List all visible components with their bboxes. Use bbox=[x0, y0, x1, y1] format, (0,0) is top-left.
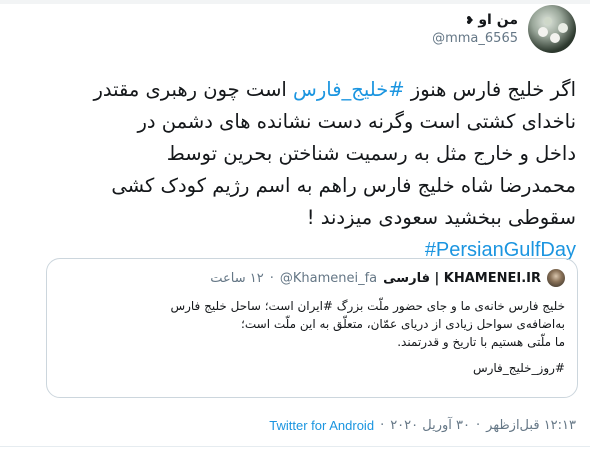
quoted-tweet[interactable]: KHAMENEI.IR | فارسی @Khamenei_fa · ۱۲ سا… bbox=[46, 258, 578, 398]
tweet-line-1-start: اگر خلیج فارس هنوز bbox=[404, 78, 576, 101]
top-strip bbox=[0, 0, 590, 4]
quoted-line-3: ما ملّتی هستیم با تاریخ و قدرتمند. bbox=[397, 335, 565, 349]
tweet-line-2: ناخدای کشتی است وگرنه دست نشانده های دشم… bbox=[137, 110, 576, 133]
tweet-time[interactable]: ۱۲:۱۳ قبل‌ازظهر bbox=[486, 418, 576, 433]
tweet-source-link[interactable]: Twitter for Android bbox=[269, 418, 374, 433]
display-name-text[interactable]: من او bbox=[478, 12, 518, 28]
quoted-tweet-text: خلیج فارس خانه‌ی ما و جای حضور ملّت بزرگ… bbox=[57, 297, 565, 377]
tweet-author[interactable]: من او ❥ @mma_6565 bbox=[432, 5, 576, 53]
quoted-line-2: به‌اضافه‌ی سواحل زیادی از دریای عمّان، م… bbox=[241, 317, 565, 331]
quoted-line-1: خلیج فارس خانه‌ی ما و جای حضور ملّت بزرگ… bbox=[170, 299, 565, 313]
tweet-line-1: اگر خلیج فارس هنوز #خلیج_فارس است چون ره… bbox=[10, 74, 576, 106]
separator-dot: · bbox=[269, 270, 274, 286]
display-name[interactable]: من او ❥ bbox=[432, 12, 518, 28]
author-text: من او ❥ @mma_6565 bbox=[432, 12, 518, 46]
tweet-line-4: محمدرضا شاه خلیج فارس راهم به اسم رژیم ک… bbox=[111, 174, 576, 197]
tweet-page: من او ❥ @mma_6565 اگر خلیج فارس هنوز #خل… bbox=[0, 0, 590, 453]
hashtag-link[interactable]: #خلیج_فارس bbox=[293, 78, 405, 101]
quoted-hashtag[interactable]: #روز_خلیج_فارس bbox=[57, 359, 565, 377]
quoted-avatar[interactable] bbox=[547, 269, 565, 287]
tweet-footer: ۱۲:۱۳ قبل‌ازظهر · ۳۰ آوریل ۲۰۲۰ · Twitte… bbox=[269, 418, 576, 433]
divider bbox=[0, 446, 590, 447]
tweet-line-3: داخل و خارج مثل به رسمیت شناختن بحرین تو… bbox=[166, 142, 576, 165]
quoted-tweet-header: KHAMENEI.IR | فارسی @Khamenei_fa · ۱۲ سا… bbox=[210, 269, 565, 287]
quoted-spacer bbox=[57, 351, 565, 359]
separator-dot: · bbox=[380, 418, 385, 433]
tweet-date[interactable]: ۳۰ آوریل ۲۰۲۰ bbox=[390, 418, 470, 433]
quoted-author-handle[interactable]: @Khamenei_fa bbox=[280, 271, 377, 286]
heart-icon: ❥ bbox=[465, 13, 475, 27]
tweet-line-1-end: است چون رهبری مقتدر bbox=[93, 78, 294, 101]
tweet-text: اگر خلیج فارس هنوز #خلیج_فارس است چون ره… bbox=[10, 74, 576, 266]
author-handle[interactable]: @mma_6565 bbox=[432, 31, 518, 46]
tweet-line-5: سقوطی ببخشید سعودی میزدند ! bbox=[306, 206, 576, 229]
separator-dot: · bbox=[476, 418, 481, 433]
quoted-author-name[interactable]: KHAMENEI.IR | فارسی bbox=[383, 271, 541, 286]
quoted-timestamp[interactable]: ۱۲ ساعت bbox=[210, 271, 263, 286]
avatar[interactable] bbox=[528, 5, 576, 53]
